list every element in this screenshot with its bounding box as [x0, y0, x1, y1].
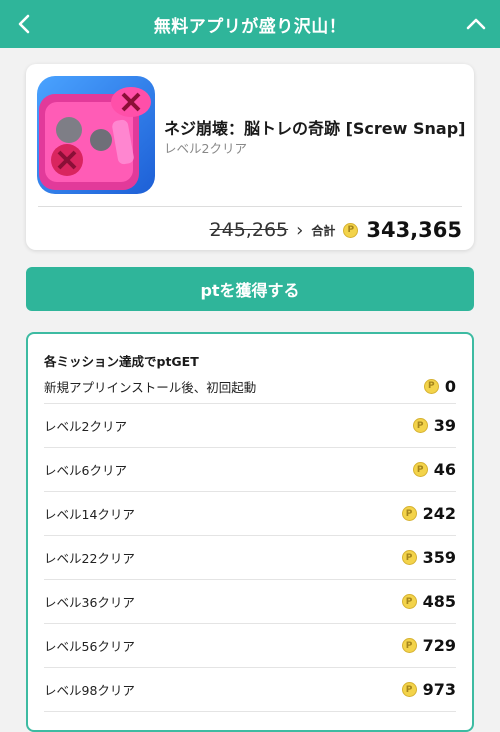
mission-label: 新規アプリインストール後、初回起動	[44, 379, 257, 395]
total-points: 343,365	[366, 218, 462, 242]
mission-points: 729	[422, 636, 456, 655]
mission-label: レベル98クリア	[44, 683, 135, 698]
mission-label: レベル6クリア	[44, 463, 127, 478]
page-title: 無料アプリが盛り沢山！	[153, 16, 347, 37]
mission-row: 新規アプリインストール後、初回起動 P0	[44, 369, 456, 404]
top-bar: 無料アプリが盛り沢山！	[0, 0, 500, 48]
collapse-button[interactable]	[452, 0, 500, 48]
chevron-right-icon: ›	[296, 219, 304, 241]
mission-row: レベル36クリア P 485	[44, 580, 456, 624]
app-card[interactable]: ネジ崩壊：脳トレの奇跡 [Screw Snap] レベル2クリア 245,265…	[26, 64, 474, 250]
app-status: レベル2クリア	[164, 141, 247, 156]
mission-label: レベル14クリア	[44, 507, 135, 522]
mission-row: レベル56クリア P 729	[44, 624, 456, 668]
divider	[38, 206, 462, 207]
mission-points: 359	[422, 548, 456, 567]
mission-list-card: 各ミッション達成でptGET 新規アプリインストール後、初回起動 P0 レベル2…	[26, 332, 474, 732]
coin-icon: P	[401, 550, 417, 565]
coin-icon: P	[412, 418, 428, 433]
mission-row: レベル22クリア P 359	[44, 536, 456, 580]
mission-label: レベル36クリア	[44, 595, 135, 610]
coin-icon: P	[401, 594, 417, 609]
mission-label: レベル22クリア	[44, 551, 135, 566]
coin-icon: P	[343, 222, 359, 238]
mission-points: 242	[422, 504, 456, 523]
app-name: ネジ崩壊：脳トレの奇跡 [Screw Snap]	[164, 119, 466, 138]
coin-icon: P	[412, 462, 428, 477]
mission-points: 39	[433, 416, 456, 435]
mission-points: 485	[422, 592, 456, 611]
mission-label: レベル56クリア	[44, 639, 135, 654]
back-button[interactable]	[0, 0, 48, 48]
coin-icon: P	[401, 638, 417, 653]
mission-row: レベル2クリア P 39	[44, 404, 456, 448]
mission-row: レベル6クリア P 46	[44, 448, 456, 492]
chevron-up-icon	[466, 18, 486, 30]
mission-heading: 各ミッション達成でptGET	[44, 354, 199, 369]
total-label: 合計	[311, 223, 336, 238]
mission-row: レベル98クリア P 973	[44, 668, 456, 712]
mission-row: レベル14クリア P 242	[44, 492, 456, 536]
mission-points: 46	[433, 460, 456, 479]
coin-icon: P	[423, 378, 439, 394]
get-points-button[interactable]: ptを獲得する	[26, 267, 474, 311]
chevron-left-icon	[18, 14, 30, 34]
coin-icon: P	[401, 506, 417, 521]
mission-list: 新規アプリインストール後、初回起動 P0 レベル2クリア P 39 レベル6クリア…	[44, 369, 456, 712]
app-icon	[37, 76, 155, 194]
mission-points: 973	[422, 680, 456, 699]
coin-icon: P	[401, 682, 417, 697]
points-summary: 245,265 › 合計 P 343,365	[210, 214, 462, 246]
mission-points: 0	[444, 376, 456, 396]
old-points: 245,265	[209, 219, 289, 241]
mission-label: レベル2クリア	[44, 419, 127, 434]
